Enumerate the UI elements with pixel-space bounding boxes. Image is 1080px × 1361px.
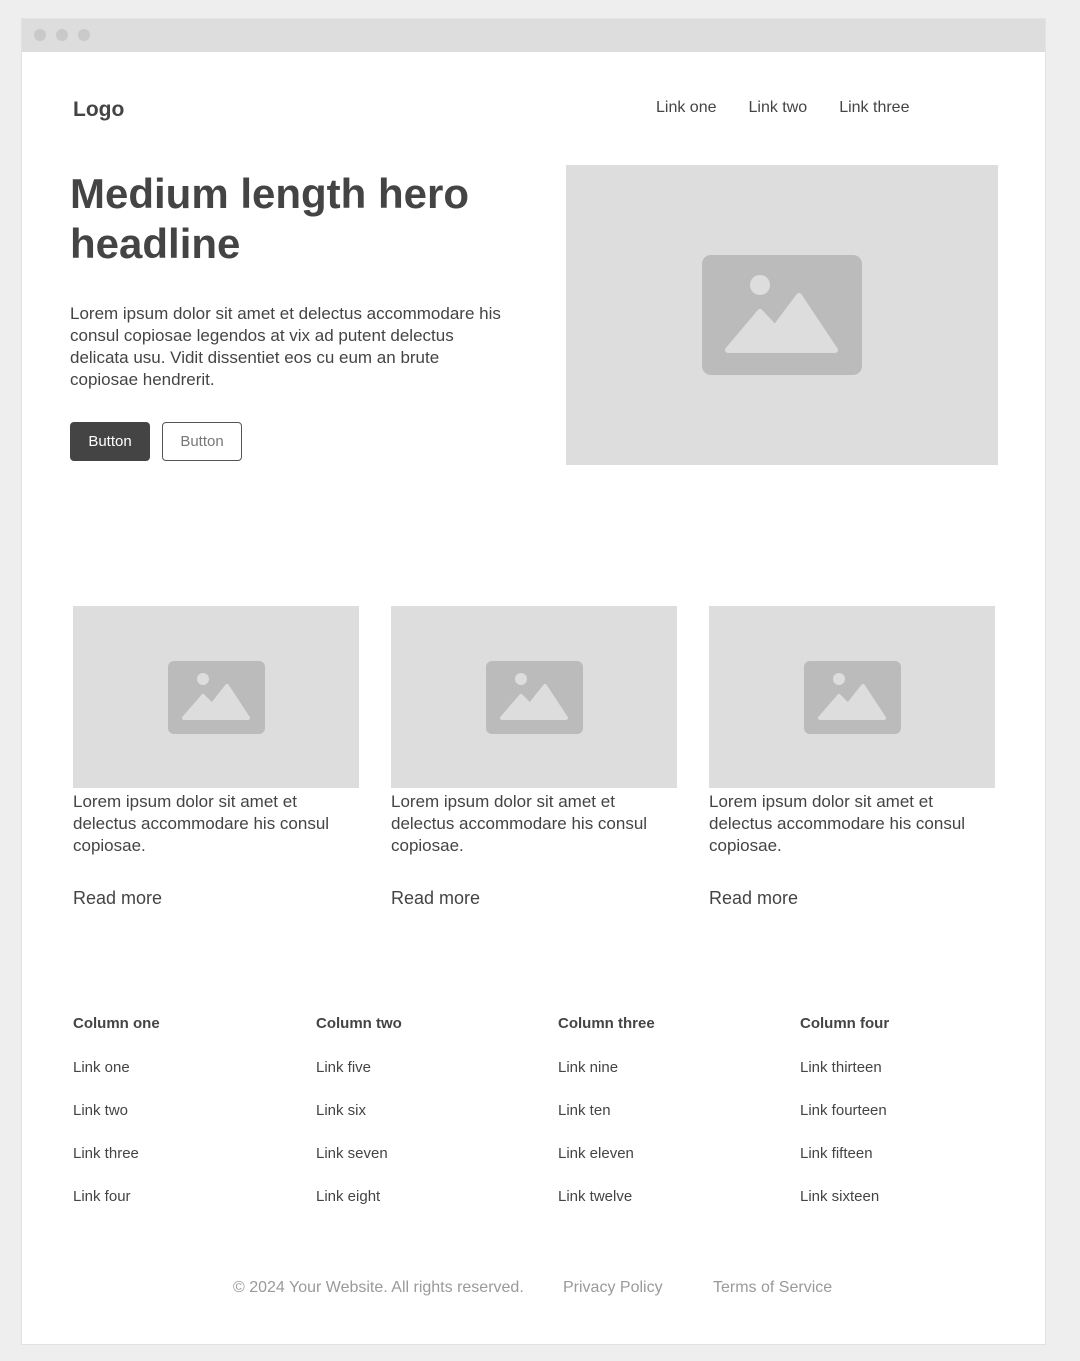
footer-link[interactable]: Link three <box>73 1145 139 1162</box>
footer-link[interactable]: Link seven <box>316 1145 388 1162</box>
read-more-link[interactable]: Read more <box>709 888 798 909</box>
privacy-policy-link[interactable]: Privacy Policy <box>563 1279 663 1297</box>
footer-column-title: Column four <box>800 1015 890 1032</box>
footer-link[interactable]: Link eleven <box>558 1145 634 1162</box>
footer-link[interactable]: Link five <box>316 1059 371 1076</box>
hero-headline: Medium length hero headline <box>70 170 469 267</box>
terms-of-service-link[interactable]: Terms of Service <box>713 1279 832 1297</box>
image-placeholder-icon <box>485 660 583 734</box>
footer-link[interactable]: Link sixteen <box>800 1188 879 1205</box>
image-placeholder-icon <box>803 660 901 734</box>
hero-secondary-button[interactable]: Button <box>162 422 242 461</box>
nav-link-three[interactable]: Link three <box>839 99 909 117</box>
browser-window: Logo Link one Link two Link three Medium… <box>21 18 1046 1345</box>
copyright-text: © 2024 Your Website. All rights reserved… <box>233 1279 524 1296</box>
window-dot-maximize[interactable] <box>78 29 90 41</box>
footer-link[interactable]: Link fifteen <box>800 1145 873 1162</box>
footer-column-title: Column three <box>558 1015 655 1032</box>
nav-link-one[interactable]: Link one <box>656 99 717 117</box>
card-image <box>391 606 677 788</box>
footer-link[interactable]: Link thirteen <box>800 1059 882 1076</box>
footer-link[interactable]: Link four <box>73 1188 131 1205</box>
hero-image <box>566 165 998 465</box>
main-nav: Link one Link two Link three <box>656 99 909 117</box>
hero-body: Lorem ipsum dolor sit amet et delectus a… <box>70 304 501 389</box>
footer-link[interactable]: Link two <box>73 1102 128 1119</box>
card-text: Lorem ipsum dolor sit amet et delectus a… <box>391 792 648 855</box>
card-text: Lorem ipsum dolor sit amet et delectus a… <box>709 792 966 855</box>
footer-link[interactable]: Link six <box>316 1102 366 1119</box>
window-dot-minimize[interactable] <box>56 29 68 41</box>
logo[interactable]: Logo <box>73 98 124 122</box>
read-more-link[interactable]: Read more <box>73 888 162 909</box>
card-image <box>709 606 995 788</box>
footer-link[interactable]: Link eight <box>316 1188 380 1205</box>
card-text: Lorem ipsum dolor sit amet et delectus a… <box>73 792 330 855</box>
footer-column-title: Column one <box>73 1015 160 1032</box>
footer-link[interactable]: Link ten <box>558 1102 611 1119</box>
footer-column-title: Column two <box>316 1015 402 1032</box>
footer-link[interactable]: Link one <box>73 1059 130 1076</box>
footer-link[interactable]: Link fourteen <box>800 1102 887 1119</box>
window-dot-close[interactable] <box>34 29 46 41</box>
hero-primary-button[interactable]: Button <box>70 422 150 461</box>
read-more-link[interactable]: Read more <box>391 888 480 909</box>
card-image <box>73 606 359 788</box>
nav-link-two[interactable]: Link two <box>749 99 808 117</box>
image-placeholder-icon <box>167 660 265 734</box>
image-placeholder-icon <box>702 255 862 375</box>
window-titlebar <box>22 19 1045 52</box>
footer-link[interactable]: Link twelve <box>558 1188 632 1205</box>
footer-link[interactable]: Link nine <box>558 1059 618 1076</box>
